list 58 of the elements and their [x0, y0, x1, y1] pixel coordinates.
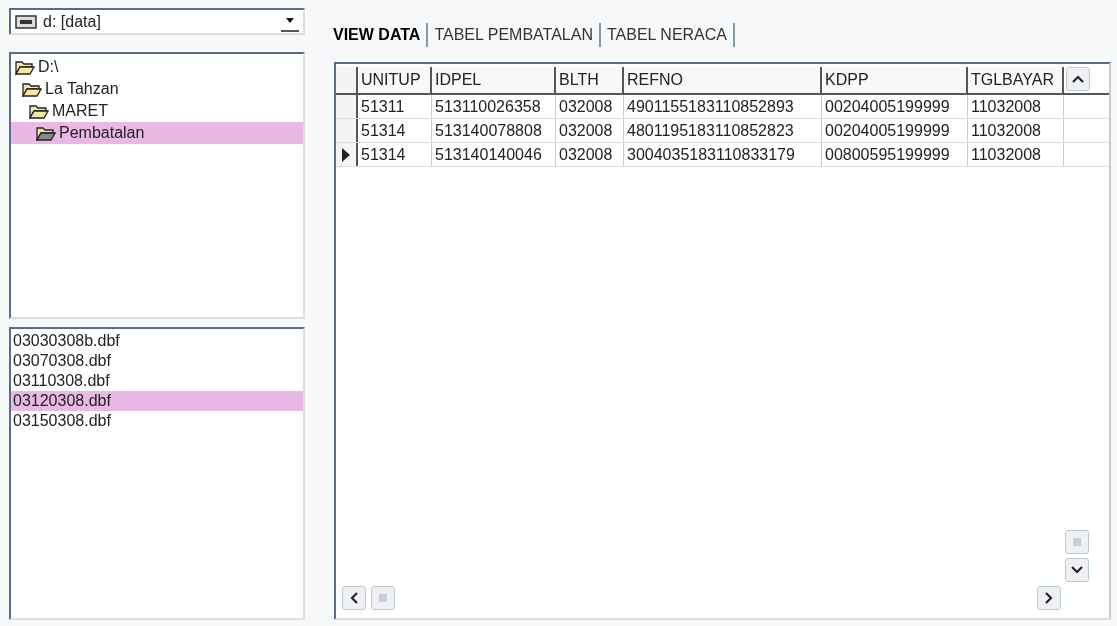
tab[interactable]: VIEW DATA: [327, 24, 427, 46]
folder-icon: [36, 125, 56, 141]
tree-item[interactable]: MARET: [11, 100, 303, 122]
tab[interactable]: TABEL NERACA: [600, 24, 733, 46]
table-cell: 11032008: [968, 119, 1064, 142]
folder-icon: [22, 81, 42, 97]
scroll-up-button[interactable]: [1066, 67, 1090, 91]
table-cell: 3004035183110833179: [624, 143, 822, 166]
column-header[interactable]: BLTH: [556, 67, 624, 93]
tree-item[interactable]: La Tahzan: [11, 78, 303, 100]
table-cell: 00204005199999: [822, 95, 968, 118]
tab[interactable]: TABEL PEMBATALAN: [428, 24, 599, 46]
file-item[interactable]: 03070308.dbf: [11, 351, 303, 371]
current-row-icon: [342, 147, 350, 162]
column-header[interactable]: REFNO: [624, 67, 822, 93]
tree-item[interactable]: Pembatalan: [11, 122, 303, 144]
table-cell: 11032008: [968, 95, 1064, 118]
column-header[interactable]: IDPEL: [432, 67, 556, 93]
table-cell: 513110026358: [432, 95, 556, 118]
scroll-thumb[interactable]: [371, 586, 395, 610]
drive-combo[interactable]: d: [data]: [9, 8, 305, 35]
table-cell: 032008: [556, 143, 624, 166]
scroll-right-button[interactable]: [1037, 586, 1061, 610]
table-cell: 00204005199999: [822, 119, 968, 142]
table-cell: 51314: [358, 143, 432, 166]
chevron-right-icon: [1045, 592, 1053, 604]
folder-icon: [15, 59, 35, 75]
table-cell: 00800595199999: [822, 143, 968, 166]
scroll-down-button[interactable]: [1065, 558, 1089, 582]
file-item[interactable]: 03120308.dbf: [11, 391, 303, 411]
table-cell: 513140140046: [432, 143, 556, 166]
scroll-thumb[interactable]: [1065, 530, 1089, 554]
file-item[interactable]: 03110308.dbf: [11, 371, 303, 391]
column-header[interactable]: TGLBAYAR: [968, 67, 1064, 93]
chevron-up-icon: [1072, 75, 1084, 83]
table-cell: 032008: [556, 95, 624, 118]
table-cell: 51314: [358, 119, 432, 142]
table-cell: 4801195183110852823: [624, 119, 822, 142]
file-item[interactable]: 03030308b.dbf: [11, 331, 303, 351]
table-cell: 4901155183110852893: [624, 95, 822, 118]
row-indicator[interactable]: [336, 95, 358, 118]
column-header[interactable]: UNITUP: [358, 67, 432, 93]
table-cell: 513140078808: [432, 119, 556, 142]
column-header[interactable]: KDPP: [822, 67, 968, 93]
file-item[interactable]: 03150308.dbf: [11, 411, 303, 431]
table-cell: 51311: [358, 95, 432, 118]
table-cell: 032008: [556, 119, 624, 142]
chevron-left-icon: [350, 592, 358, 604]
caret-icon: [286, 18, 294, 23]
chevron-down-icon: [1071, 566, 1083, 574]
tree-item[interactable]: D:\: [11, 56, 303, 78]
scroll-left-button[interactable]: [342, 586, 366, 610]
drive-value: d: [data]: [43, 12, 102, 31]
folder-icon: [29, 103, 49, 119]
row-indicator[interactable]: [336, 143, 358, 166]
table-cell: 11032008: [968, 143, 1064, 166]
row-indicator[interactable]: [336, 119, 358, 142]
drive-icon: [15, 14, 37, 29]
